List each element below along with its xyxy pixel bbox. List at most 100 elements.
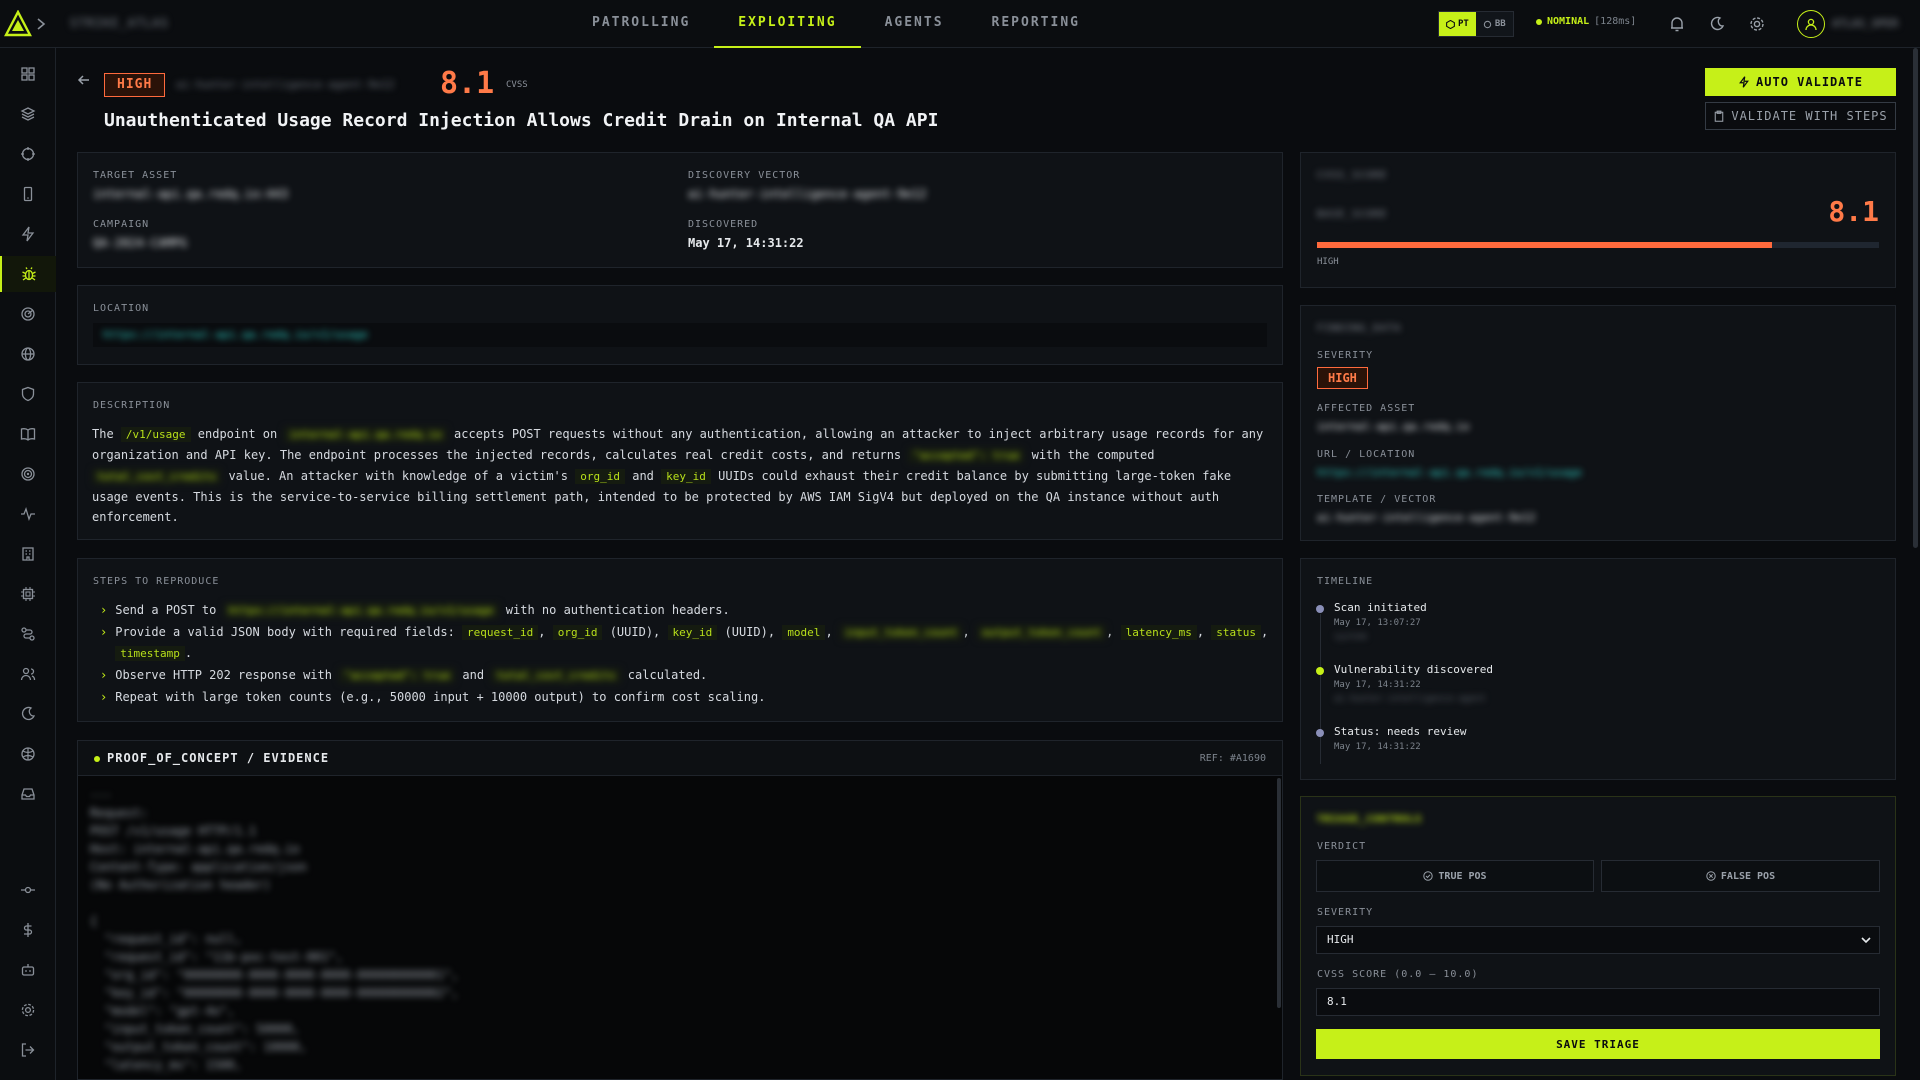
tab-patrolling[interactable]: PATROLLING	[568, 0, 714, 48]
avatar[interactable]	[1797, 10, 1825, 38]
timeline-label: TIMELINE	[1317, 576, 1374, 587]
route-icon	[21, 627, 35, 641]
poc-line: ---	[90, 788, 112, 802]
target-icon	[21, 467, 35, 481]
user-name: ATLAS_OPER	[1832, 17, 1899, 30]
sidebar-item-workflows[interactable]	[0, 616, 56, 652]
save-triage-button[interactable]: SAVE TRIAGE	[1316, 1029, 1880, 1059]
sidebar-item-vulnerabilities[interactable]	[0, 256, 56, 292]
poc-scrollbar[interactable]	[1277, 778, 1281, 1008]
chevron-right-icon[interactable]	[36, 17, 46, 31]
status-latency: [128ms]	[1594, 16, 1637, 27]
sidebar-item-dashboard[interactable]	[0, 56, 56, 92]
location-url[interactable]: https://internal-api.qa.redq.io/v1/usage	[103, 328, 368, 341]
sidebar-item-inbox[interactable]	[0, 776, 56, 812]
check-circle-icon	[1423, 871, 1434, 881]
network-globe-icon	[21, 747, 35, 761]
code-endpoint: /v1/usage	[120, 427, 191, 442]
top-bar: STRIKE_ATLAS PATROLLING EXPLOITING AGENT…	[0, 0, 1920, 48]
mode-pt-button[interactable]: PT	[1439, 12, 1476, 36]
validate-with-steps-button[interactable]: VALIDATE WITH STEPS	[1705, 102, 1896, 130]
poc-line: "input_token_count": 50000,	[90, 1022, 300, 1036]
triage-cvss-label: CVSS SCORE (0.0 – 10.0)	[1317, 969, 1479, 980]
severity-select-value: HIGH	[1327, 933, 1354, 946]
poc-line: POST /v1/usage HTTP/1.1	[90, 824, 257, 838]
sidebar-item-actions[interactable]	[0, 216, 56, 252]
sidebar-item-activity[interactable]	[0, 496, 56, 532]
poc-line: "request_id": "11b-poc-test-001",	[90, 950, 343, 964]
sidebar-item-commits[interactable]	[0, 872, 56, 908]
auto-validate-button[interactable]: AUTO VALIDATE	[1705, 68, 1896, 96]
tab-reporting[interactable]: REPORTING	[968, 0, 1104, 48]
true-positive-button[interactable]: TRUE POS	[1316, 860, 1594, 892]
sidebar-item-web[interactable]	[0, 336, 56, 372]
sidebar-item-logout[interactable]	[0, 1032, 56, 1068]
sidebar-item-settings[interactable]	[0, 992, 56, 1028]
finding-data-heading: FINDING_DATA	[1317, 323, 1402, 334]
sidebar-item-recon[interactable]	[0, 296, 56, 332]
poc-ref: REF: #A1690	[1199, 753, 1266, 764]
list-item: › Observe HTTP 202 response with "accepte…	[100, 668, 708, 683]
system-status: NOMINAL [128ms]	[1536, 16, 1636, 27]
bug-small-icon	[1483, 20, 1492, 28]
sidebar-item-defense[interactable]	[0, 376, 56, 412]
clipboard-icon	[1715, 110, 1724, 122]
page-scrollbar[interactable]	[1913, 48, 1918, 548]
sidebar-item-network[interactable]	[0, 736, 56, 772]
mode-toggle: PT BB	[1438, 11, 1514, 37]
bell-icon[interactable]	[1668, 15, 1686, 33]
cvss-score-input[interactable]: 8.1	[1316, 988, 1880, 1016]
poc-line: "latency_ms": 1500,	[90, 1058, 242, 1072]
false-positive-button[interactable]: FALSE POS	[1601, 860, 1880, 892]
pulse-icon	[21, 507, 35, 521]
sidebar-item-goals[interactable]	[0, 456, 56, 492]
discovered-label: DISCOVERED	[688, 219, 759, 230]
tab-exploiting[interactable]: EXPLOITING	[714, 0, 861, 48]
poc-line: "output_token_count": 10000,	[90, 1040, 307, 1054]
poc-line	[90, 894, 458, 912]
fd-url-value[interactable]: https://internal-api.qa.redq.io/v1/usage	[1317, 466, 1582, 479]
sidebar-item-layers[interactable]	[0, 96, 56, 132]
list-item: › Repeat with large token counts (e.g., 5…	[100, 690, 766, 704]
brand-name: STRIKE_ATLAS	[70, 16, 169, 30]
fd-affected-label: AFFECTED ASSET	[1317, 403, 1416, 414]
gear-icon[interactable]	[1748, 15, 1766, 33]
back-arrow-icon[interactable]	[76, 72, 92, 88]
inbox-icon	[21, 788, 35, 800]
main-nav: PATROLLING EXPLOITING AGENTS REPORTING	[568, 0, 1104, 48]
code-org-id: org_id	[575, 469, 625, 484]
bug-icon	[22, 267, 36, 281]
location-card: LOCATION https://internal-api.qa.redq.io…	[77, 285, 1283, 365]
steps-label: STEPS TO REPRODUCE	[93, 576, 220, 587]
poc-line: (No Authorization header)	[90, 878, 271, 892]
mode-bb-button[interactable]: BB	[1476, 12, 1513, 36]
chevron-down-icon	[1861, 937, 1871, 944]
timeline-dot	[1316, 667, 1324, 675]
sidebar-item-team[interactable]	[0, 656, 56, 692]
fd-template-value: ai-hunter-intelligence-agent-9e12	[1317, 511, 1536, 524]
auto-validate-label: AUTO VALIDATE	[1756, 75, 1863, 89]
sidebar-item-night[interactable]	[0, 696, 56, 732]
sidebar-item-mobile[interactable]	[0, 176, 56, 212]
campaign-value: QA-2024-CAMPG	[93, 236, 187, 250]
layers-icon	[20, 107, 36, 121]
sidebar-item-infrastructure[interactable]	[0, 536, 56, 572]
sidebar-item-compute[interactable]	[0, 576, 56, 612]
cvss-card-heading: CVSS_SCORE	[1317, 170, 1388, 181]
sidebar-item-billing[interactable]	[0, 912, 56, 948]
robot-icon	[21, 964, 35, 976]
sidebar-item-bots[interactable]	[0, 952, 56, 988]
severity-select[interactable]: HIGH	[1316, 926, 1880, 954]
fd-url-label: URL / LOCATION	[1317, 449, 1416, 460]
theme-toggle-icon[interactable]	[1708, 15, 1726, 33]
app-logo-icon[interactable]	[4, 10, 32, 38]
cvss-score: 8.1	[440, 66, 495, 101]
globe-icon	[21, 347, 35, 361]
code-accepted: "accepted": true	[908, 448, 1025, 463]
tab-agents[interactable]: AGENTS	[861, 0, 968, 48]
code-key-id: key_id	[661, 469, 711, 484]
sidebar-item-targets[interactable]	[0, 136, 56, 172]
sidebar-item-knowledge[interactable]	[0, 416, 56, 452]
poc-evidence[interactable]: --- Request: POST /v1/usage HTTP/1.1 Host: …	[77, 776, 1283, 1080]
poc-line: "org_id": "00000000-0000-0000-0000-00000…	[90, 968, 459, 982]
